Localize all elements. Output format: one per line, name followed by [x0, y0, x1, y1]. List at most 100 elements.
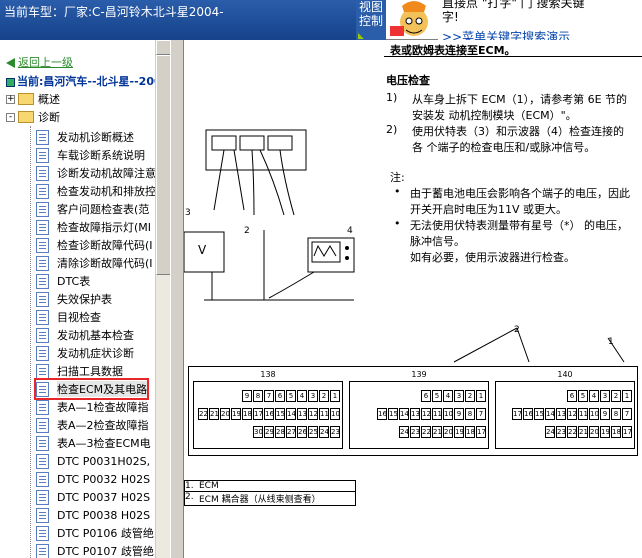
tree-item[interactable]: DTC P0037 H02S	[36, 488, 150, 506]
header-bar: 当前车型：厂家:C-昌河铃木北斗星2004- 视图 控制 直接点 "打字" 门 …	[0, 0, 642, 40]
document-icon	[36, 525, 49, 541]
pin-number: 21	[209, 408, 219, 420]
search-demo-link[interactable]: >>菜单关键字搜索演示	[442, 30, 638, 40]
note-line: 由于蓄电池电压会影响各个端子的电压，因此	[410, 187, 630, 200]
callout-label: 1	[608, 337, 614, 347]
pin-number: 19	[231, 408, 241, 420]
tree-item-label: DTC P0038 H02S	[57, 508, 151, 522]
tree-item[interactable]: DTC P0106 歧管绝	[36, 524, 154, 542]
document-icon	[36, 435, 49, 451]
tree-item-label: 表A—2检查故障指	[57, 419, 149, 432]
tree-item-label: 失效保护表	[57, 293, 112, 306]
tree-item-label: DTC P0106 歧管绝	[57, 527, 154, 540]
document-icon	[36, 471, 49, 487]
tree-item-label: 诊断发动机故障注意	[57, 167, 156, 180]
tree-item-label: 发动机基本检查	[57, 329, 134, 342]
tree-item[interactable]: 目视检查	[36, 308, 101, 326]
tree-item-label: 车载诊断系统说明	[57, 149, 145, 162]
step-line: 各 个端子的检查电压和/或脉冲信号。	[412, 141, 596, 154]
tree-item[interactable]: 扫描工具数据	[36, 362, 123, 380]
tree-item[interactable]: 发动机症状诊断	[36, 344, 134, 362]
tree-item-label: 检查故障指示灯(MI	[57, 221, 152, 234]
tree-item[interactable]: 表A—3检查ECM电	[36, 434, 151, 452]
step-line: 安装发 动机控制模块（ECM）"。	[412, 109, 577, 122]
current-model-text: 当前车型：厂家:C-昌河铃木北斗星2004-	[4, 5, 224, 19]
scroll-up-button[interactable]	[156, 40, 171, 55]
pin-number: 20	[443, 426, 453, 438]
section-title: 电压检查	[386, 74, 430, 87]
pin-number: 24	[319, 426, 329, 438]
tree-item[interactable]: 诊断发动机故障注意	[36, 164, 156, 182]
tree-item[interactable]: 失效保护表	[36, 290, 112, 308]
tree-item[interactable]: 检查诊断故障代码(I	[36, 236, 153, 254]
figure-label: 3	[185, 208, 191, 218]
tree-item[interactable]: 发动机基本检查	[36, 326, 134, 344]
tree-folder-diagnosis[interactable]: - 诊断	[0, 108, 60, 126]
document-icon	[36, 219, 49, 235]
pane-splitter[interactable]	[170, 40, 184, 558]
pin-number: 1	[622, 390, 632, 402]
tree-item[interactable]: 清除诊断故障代码(I	[36, 254, 153, 272]
legend-num: 2.	[185, 492, 194, 502]
document-icon	[36, 399, 49, 415]
tree-item-label: 检查发动机和排放控	[57, 185, 156, 198]
pin-row: 24 23 22 21 20 19 18 17	[352, 426, 486, 438]
tree-item[interactable]: 车载诊断系统说明	[36, 146, 145, 164]
tree-scrollbar[interactable]	[155, 40, 171, 558]
pin-number: 6	[275, 390, 285, 402]
tree-item-label: DTC P0031H02S,	[57, 454, 151, 468]
ecm-measurement-figure: V 3 2 4	[184, 129, 355, 301]
pin-number: 21	[578, 426, 588, 438]
pin-number: 18	[611, 426, 621, 438]
connector-name: 138	[260, 370, 276, 379]
tree-item[interactable]: DTC P0031H02S,	[36, 452, 150, 470]
view-label-2: 控制	[358, 14, 383, 28]
legend-label: ECM 耦合器（从线束侧查看）	[199, 495, 321, 505]
tree-item[interactable]: 发动机诊断概述	[36, 128, 134, 146]
pin-number: 6	[421, 390, 431, 402]
tree-item-label: 清除诊断故障代码(I	[57, 257, 153, 270]
figure-label: 2	[244, 226, 250, 236]
back-link[interactable]: 返回上一级	[6, 54, 73, 70]
legend-row: 2. ECM 耦合器（从线束侧查看）	[185, 492, 355, 505]
tree-item-label: 扫描工具数据	[57, 365, 123, 378]
document-icon	[36, 291, 49, 307]
document-icon	[36, 201, 49, 217]
pin-row: 16 15 14 13 12 11 10 9 8 7	[352, 408, 486, 420]
pin-number: 23	[330, 426, 340, 438]
pin-row: 22 21 20 19 18 17 16 15 14 13 12 11 10	[196, 408, 340, 420]
tree-item[interactable]: 检查发动机和排放控	[36, 182, 156, 200]
tree-item[interactable]: 客户问题检查表(范	[36, 200, 149, 218]
tip-line-2: 字!	[442, 10, 459, 24]
tree-item[interactable]: DTC表	[36, 272, 90, 290]
tree-item-selected[interactable]: 检查ECM及其电路	[33, 378, 150, 400]
document-icon	[36, 183, 49, 199]
pin-number: 13	[297, 408, 307, 420]
pin-number: 22	[421, 426, 431, 438]
computer-icon	[6, 77, 15, 87]
pin-number: 9	[242, 390, 252, 402]
document-icon	[36, 147, 49, 163]
tree-folder-overview[interactable]: + 概述	[0, 90, 60, 108]
document-icon	[36, 417, 49, 433]
tree-item-label: 检查诊断故障代码(I	[57, 239, 153, 252]
tree-item-label: 发动机诊断概述	[57, 131, 134, 144]
tree-item[interactable]: 表A—2检查故障指	[36, 416, 149, 434]
collapse-icon[interactable]: -	[6, 112, 15, 122]
pin-number: 17	[512, 408, 522, 420]
note-line: 无法使用伏特表测量带有星号（*） 的电压，	[410, 219, 628, 232]
tree-item[interactable]: DTC P0038 H02S	[36, 506, 150, 524]
pin-number: 12	[308, 408, 318, 420]
view-control-button[interactable]: 视图 控制	[356, 0, 386, 40]
tree-item[interactable]: DTC P0032 H02S	[36, 470, 150, 488]
tree-item[interactable]: 检查故障指示灯(MI	[36, 218, 151, 236]
scroll-thumb[interactable]	[156, 55, 171, 275]
pin-number: 13	[410, 408, 420, 420]
tree-item[interactable]: DTC P0107 歧管绝	[36, 542, 154, 558]
tree-item-label: DTC P0037 H02S	[57, 490, 151, 504]
pin-number: 15	[275, 408, 285, 420]
tree-item[interactable]: 表A—1检查故障指	[36, 398, 149, 416]
pin-number: 24	[545, 426, 555, 438]
document-icon	[36, 255, 49, 271]
expand-icon[interactable]: +	[6, 94, 15, 104]
